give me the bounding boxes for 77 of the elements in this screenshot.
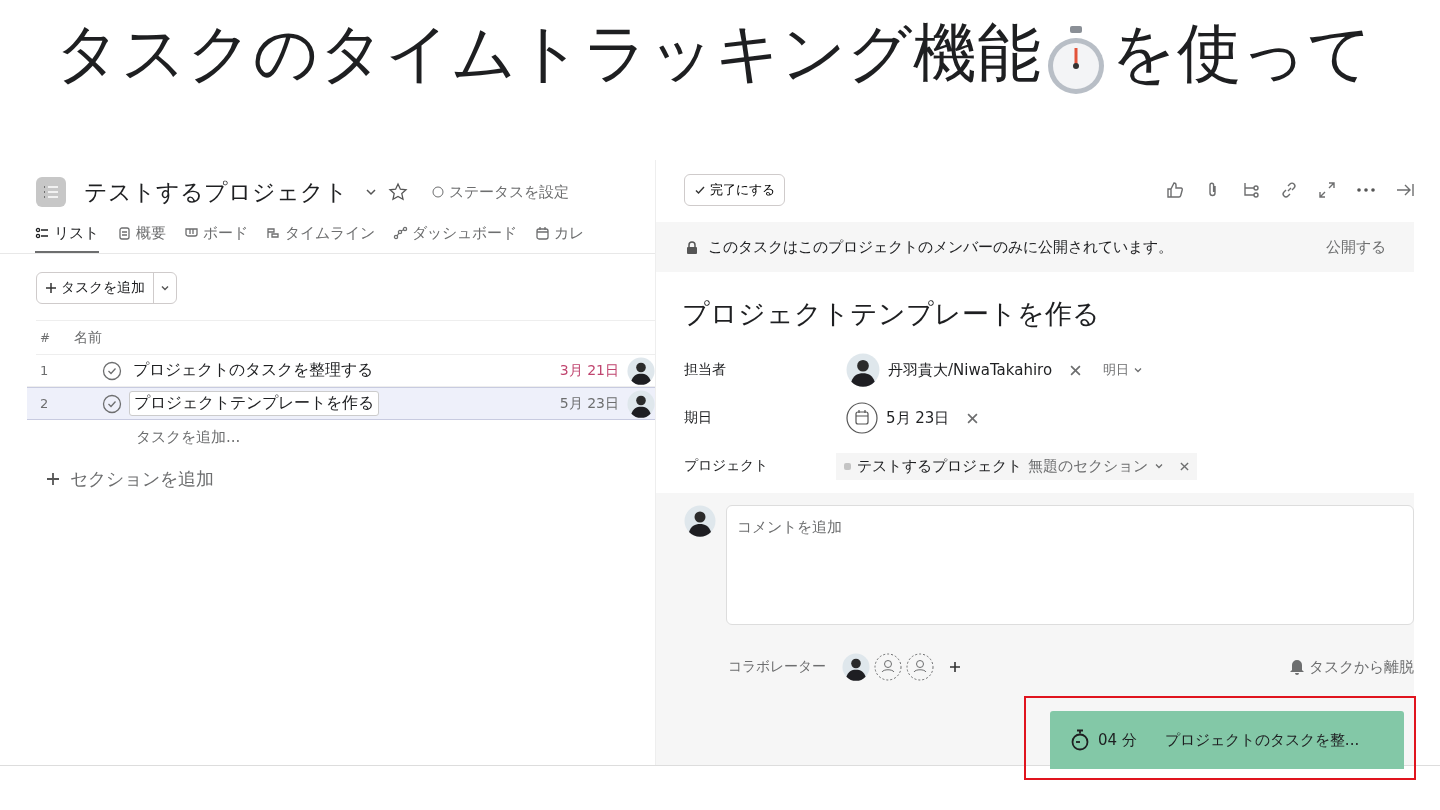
due-date: 5月 23日	[559, 394, 619, 413]
view-tab[interactable]: タイムライン	[266, 220, 375, 253]
due-date: 3月 21日	[559, 361, 619, 380]
view-tab[interactable]: ボード	[184, 220, 248, 253]
view-tab[interactable]: 概要	[117, 220, 166, 253]
project-color-icon	[844, 462, 851, 470]
view-tab[interactable]: ダッシュボード	[393, 220, 517, 253]
plus-icon	[46, 472, 60, 486]
task-name[interactable]: プロジェクトテンプレートを作る	[129, 391, 379, 416]
timer-time: 04 分	[1098, 730, 1137, 750]
project-chip[interactable]: テストするプロジェクト 無題のセクション	[836, 452, 1197, 480]
avatar-icon	[684, 505, 716, 537]
add-section-button[interactable]: セクションを追加	[0, 447, 655, 491]
avatar-icon	[627, 389, 655, 418]
due-date-value[interactable]: 5月 23日	[886, 408, 950, 428]
check-circle-icon[interactable]	[102, 393, 122, 414]
view-tab[interactable]: カレ	[535, 220, 584, 253]
set-status-button[interactable]: ステータスを設定	[432, 182, 569, 202]
subtask-icon[interactable]	[1242, 181, 1260, 199]
check-circle-icon[interactable]	[102, 360, 122, 381]
more-icon[interactable]	[1356, 187, 1376, 193]
close-panel-icon[interactable]	[1396, 181, 1414, 199]
field-label: 担当者	[684, 361, 727, 379]
task-title[interactable]: プロジェクトテンプレートを作る	[656, 272, 1414, 346]
plus-icon	[45, 282, 57, 294]
lock-icon	[686, 240, 698, 254]
check-icon	[694, 184, 706, 196]
view-tab[interactable]: リスト	[35, 220, 99, 253]
list-icon	[35, 226, 50, 241]
mark-complete-button[interactable]: 完了にする	[684, 174, 785, 206]
chevron-down-icon[interactable]	[1154, 461, 1164, 471]
expand-icon[interactable]	[1318, 181, 1336, 199]
calendar-icon	[535, 226, 550, 241]
graph-icon	[393, 226, 408, 241]
assignee-name[interactable]: 丹羽貴大/NiwaTakahiro	[888, 360, 1053, 380]
comment-field[interactable]: コメントを追加	[726, 505, 1414, 625]
plus-icon[interactable]	[948, 660, 962, 674]
calendar-icon[interactable]	[846, 402, 878, 434]
timer-task-name: プロジェクトのタスクを整...	[1164, 730, 1360, 750]
headline-text: を使って	[1111, 15, 1373, 92]
project-name: テストするプロジェクト	[857, 456, 1022, 476]
leave-task-button[interactable]: タスクから離脱	[1288, 657, 1414, 677]
task-name[interactable]: プロジェクトのタスクを整理する	[129, 359, 560, 382]
collaborators-label: コラボレーター	[728, 658, 826, 676]
avatar-icon	[627, 356, 655, 385]
row-number: 2	[40, 396, 50, 411]
avatar-icon	[846, 353, 880, 387]
add-task-link[interactable]: タスクを追加...	[136, 428, 241, 446]
field-label: 期日	[684, 409, 713, 427]
column-header: 名前	[74, 328, 102, 347]
stopwatch-icon	[1070, 729, 1090, 751]
add-collaborator-icon[interactable]	[906, 653, 934, 681]
project-title: テストするプロジェクト	[84, 177, 348, 207]
section-name: 無題のセクション	[1028, 456, 1148, 476]
close-icon[interactable]	[1070, 364, 1082, 376]
star-icon[interactable]	[388, 182, 408, 202]
list-icon	[36, 177, 66, 207]
due-dropdown[interactable]: 明日	[1103, 361, 1144, 379]
thumbs-up-icon[interactable]	[1166, 181, 1184, 199]
timeline-icon	[266, 226, 281, 241]
column-header: #	[39, 330, 52, 345]
link-icon[interactable]	[1280, 181, 1298, 199]
add-collaborator-icon[interactable]	[874, 653, 902, 681]
close-icon[interactable]	[967, 412, 979, 424]
make-public-link[interactable]: 公開する	[1326, 237, 1386, 257]
circle-icon	[432, 186, 444, 198]
field-label: プロジェクト	[684, 457, 769, 475]
bell-icon	[1288, 658, 1306, 676]
avatar-icon	[842, 653, 870, 681]
clipboard-icon	[117, 226, 132, 241]
task-row[interactable]: 2 プロジェクトテンプレートを作る 5月 23日	[27, 387, 655, 420]
close-icon[interactable]	[1180, 461, 1189, 471]
time-tracking-toast[interactable]: 04 分 プロジェクトのタスクを整...	[1050, 711, 1404, 769]
row-number: 1	[40, 363, 50, 378]
privacy-notice: このタスクはこのプロジェクトのメンバーのみに公開されています。	[708, 237, 1173, 257]
headline-text: タスクのタイムトラッキング機能	[55, 15, 1041, 92]
chevron-down-icon	[1133, 365, 1144, 375]
